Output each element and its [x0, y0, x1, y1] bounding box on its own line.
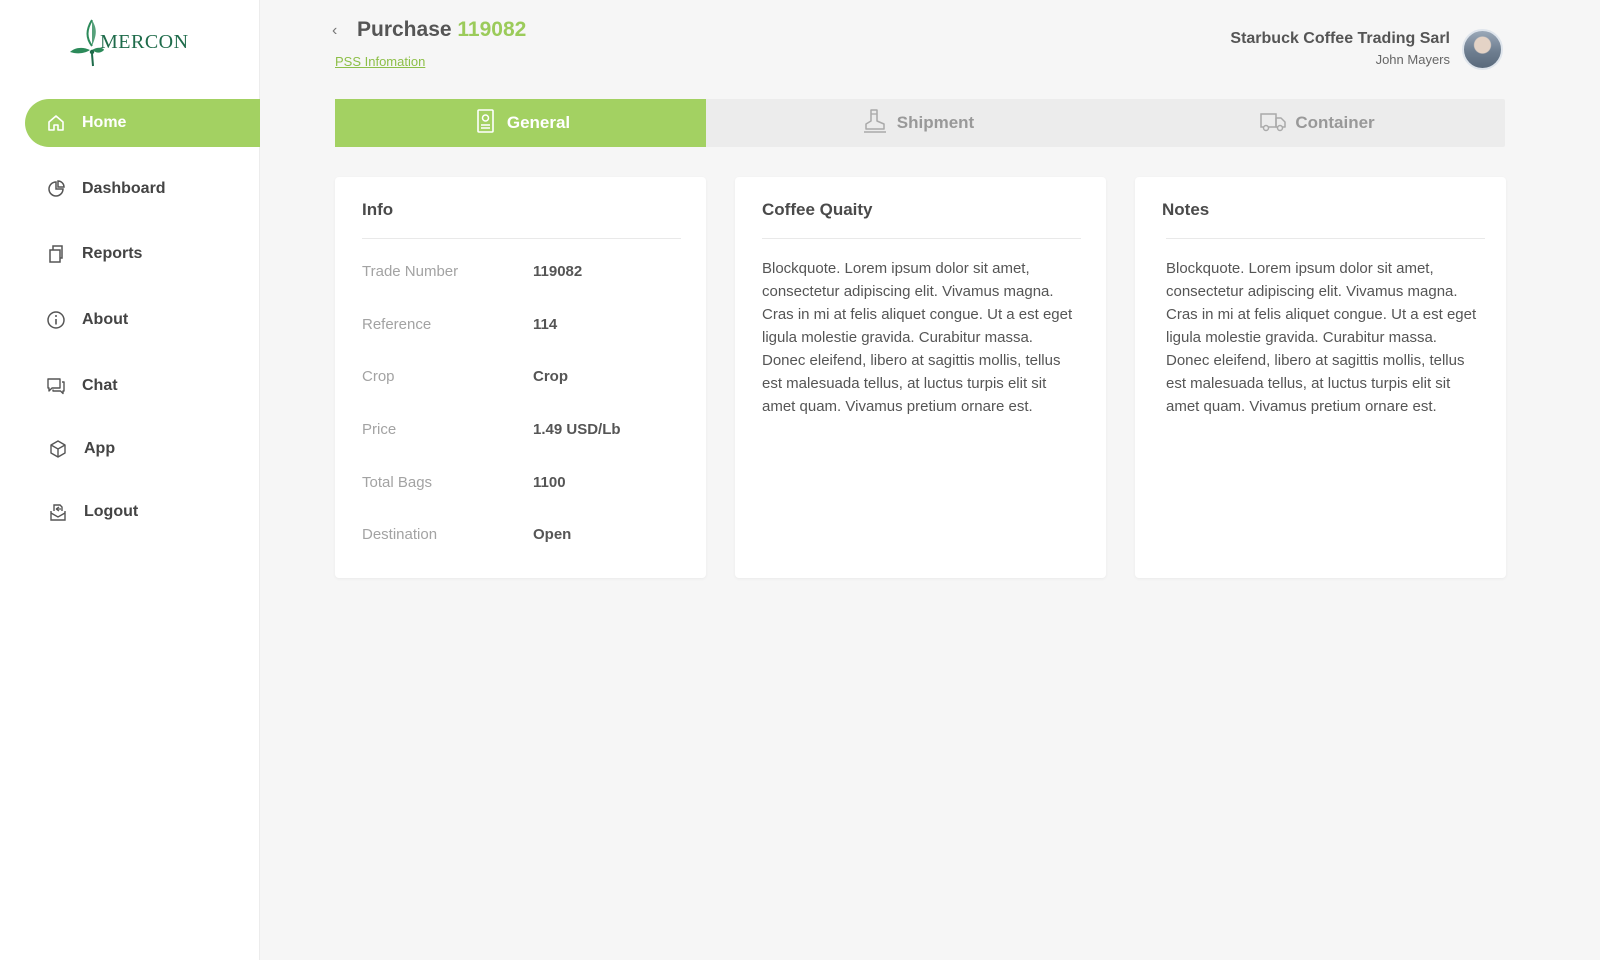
logout-icon — [47, 501, 69, 523]
page-title: Purchase 119082 — [357, 18, 526, 42]
info-label: Price — [362, 421, 397, 438]
sidebar-item-reports[interactable]: Reports — [25, 230, 260, 278]
card-title: Info — [362, 200, 394, 219]
sidebar-item-label: Dashboard — [82, 180, 166, 197]
sidebar-item-label: Chat — [82, 377, 118, 394]
user-company: Starbuck Coffee Trading Sarl — [1230, 30, 1450, 47]
cube-icon — [47, 438, 69, 460]
info-value: 1.49 USD/Lb — [533, 421, 621, 438]
coffee-quality-card: Coffee Quaity Blockquote. Lorem ipsum do… — [735, 177, 1106, 578]
tab-bar: General Shipment Container — [335, 99, 1505, 147]
page-title-prefix: Purchase — [357, 18, 452, 41]
card-title: Notes — [1162, 200, 1210, 219]
tab-label: General — [506, 113, 571, 132]
copy-icon — [45, 243, 67, 265]
sidebar-item-dashboard[interactable]: Dashboard — [25, 165, 260, 213]
back-button[interactable]: ‹ — [332, 22, 337, 40]
info-label: Total Bags — [362, 474, 433, 491]
user-info: Starbuck Coffee Trading Sarl John Mayers — [1230, 30, 1450, 67]
info-value: 1100 — [533, 474, 566, 491]
user-name: John Mayers — [1375, 52, 1450, 67]
info-label: Trade Number — [362, 263, 459, 280]
sidebar-item-chat[interactable]: Chat — [25, 362, 260, 410]
info-label: Crop — [362, 368, 395, 385]
leaf-logo-icon — [70, 19, 104, 67]
info-value: Open — [533, 526, 572, 543]
document-icon — [471, 107, 507, 140]
chevron-left-icon: ‹ — [332, 22, 338, 39]
divider — [1166, 238, 1485, 239]
tab-label: Shipment — [896, 113, 975, 132]
sidebar-item-label: Logout — [84, 503, 139, 520]
tab-container[interactable]: Container — [1129, 99, 1505, 147]
sidebar-item-logout[interactable]: Logout — [25, 488, 260, 536]
card-title: Coffee Quaity — [762, 200, 873, 219]
info-label: Destination — [362, 526, 438, 543]
divider — [762, 238, 1081, 239]
sidebar-item-label: App — [84, 440, 116, 457]
sidebar-item-about[interactable]: About — [25, 296, 260, 344]
pss-information-link[interactable]: PSS Infomation — [335, 54, 425, 69]
divider — [362, 238, 681, 239]
info-icon — [45, 309, 67, 331]
logo-text: MERCON — [100, 30, 189, 53]
info-label: Reference — [362, 316, 432, 333]
notes-card: Notes Blockquote. Lorem ipsum dolor sit … — [1135, 177, 1506, 578]
page-title-number: 119082 — [457, 18, 527, 41]
boot-icon — [861, 107, 897, 140]
info-value: 114 — [533, 316, 558, 333]
info-value: Crop — [533, 368, 568, 385]
pie-chart-icon — [45, 178, 67, 200]
sidebar: MERCON Home Dashboard Reports About Chat… — [0, 0, 260, 960]
card-text: Blockquote. Lorem ipsum dolor sit amet, … — [1166, 260, 1477, 415]
sidebar-item-home[interactable]: Home — [25, 99, 260, 147]
tab-general[interactable]: General — [335, 99, 706, 147]
mercon-logo[interactable]: MERCON — [68, 16, 196, 68]
card-text: Blockquote. Lorem ipsum dolor sit amet, … — [762, 260, 1073, 415]
info-value: 119082 — [533, 263, 583, 280]
chat-icon — [45, 375, 67, 397]
sidebar-item-label: About — [82, 311, 129, 328]
home-icon — [45, 112, 67, 134]
sidebar-item-label: Home — [82, 114, 127, 131]
truck-icon — [1259, 107, 1295, 140]
tab-shipment[interactable]: Shipment — [706, 99, 1129, 147]
sidebar-item-app[interactable]: App — [25, 425, 260, 473]
avatar[interactable] — [1462, 29, 1503, 70]
tab-label: Container — [1295, 113, 1375, 132]
sidebar-item-label: Reports — [82, 245, 143, 262]
info-card: Info Trade Number 119082 Reference 114 C… — [335, 177, 706, 578]
